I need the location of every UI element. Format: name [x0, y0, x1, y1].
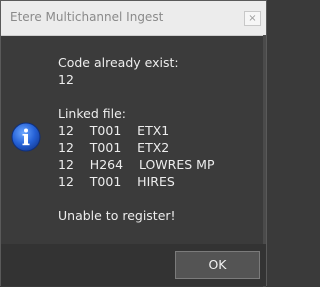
message-line: Unable to register! [58, 208, 176, 223]
message-line: Linked file: [58, 106, 126, 121]
ok-button[interactable]: OK [175, 251, 260, 279]
message-line: 12 T001 ETX1 [58, 123, 170, 138]
info-icon [11, 122, 41, 152]
message-line: 12 T001 HIRES [58, 174, 175, 189]
close-button[interactable]: × [244, 11, 261, 26]
title-bar[interactable]: Etere Multichannel Ingest × [1, 1, 266, 36]
message-line: Code already exist: [58, 55, 179, 70]
message-text: Code already exist: 12 Linked file: 12 T… [58, 54, 214, 224]
message-line: 12 H264 LOWRES MP [58, 157, 215, 172]
message-line: 12 [58, 72, 74, 87]
dialog-window: Etere Multichannel Ingest × Code already… [0, 0, 267, 287]
message-line: 12 T001 ETX2 [58, 140, 170, 155]
close-icon: × [248, 13, 257, 24]
window-title: Etere Multichannel Ingest [10, 10, 164, 24]
